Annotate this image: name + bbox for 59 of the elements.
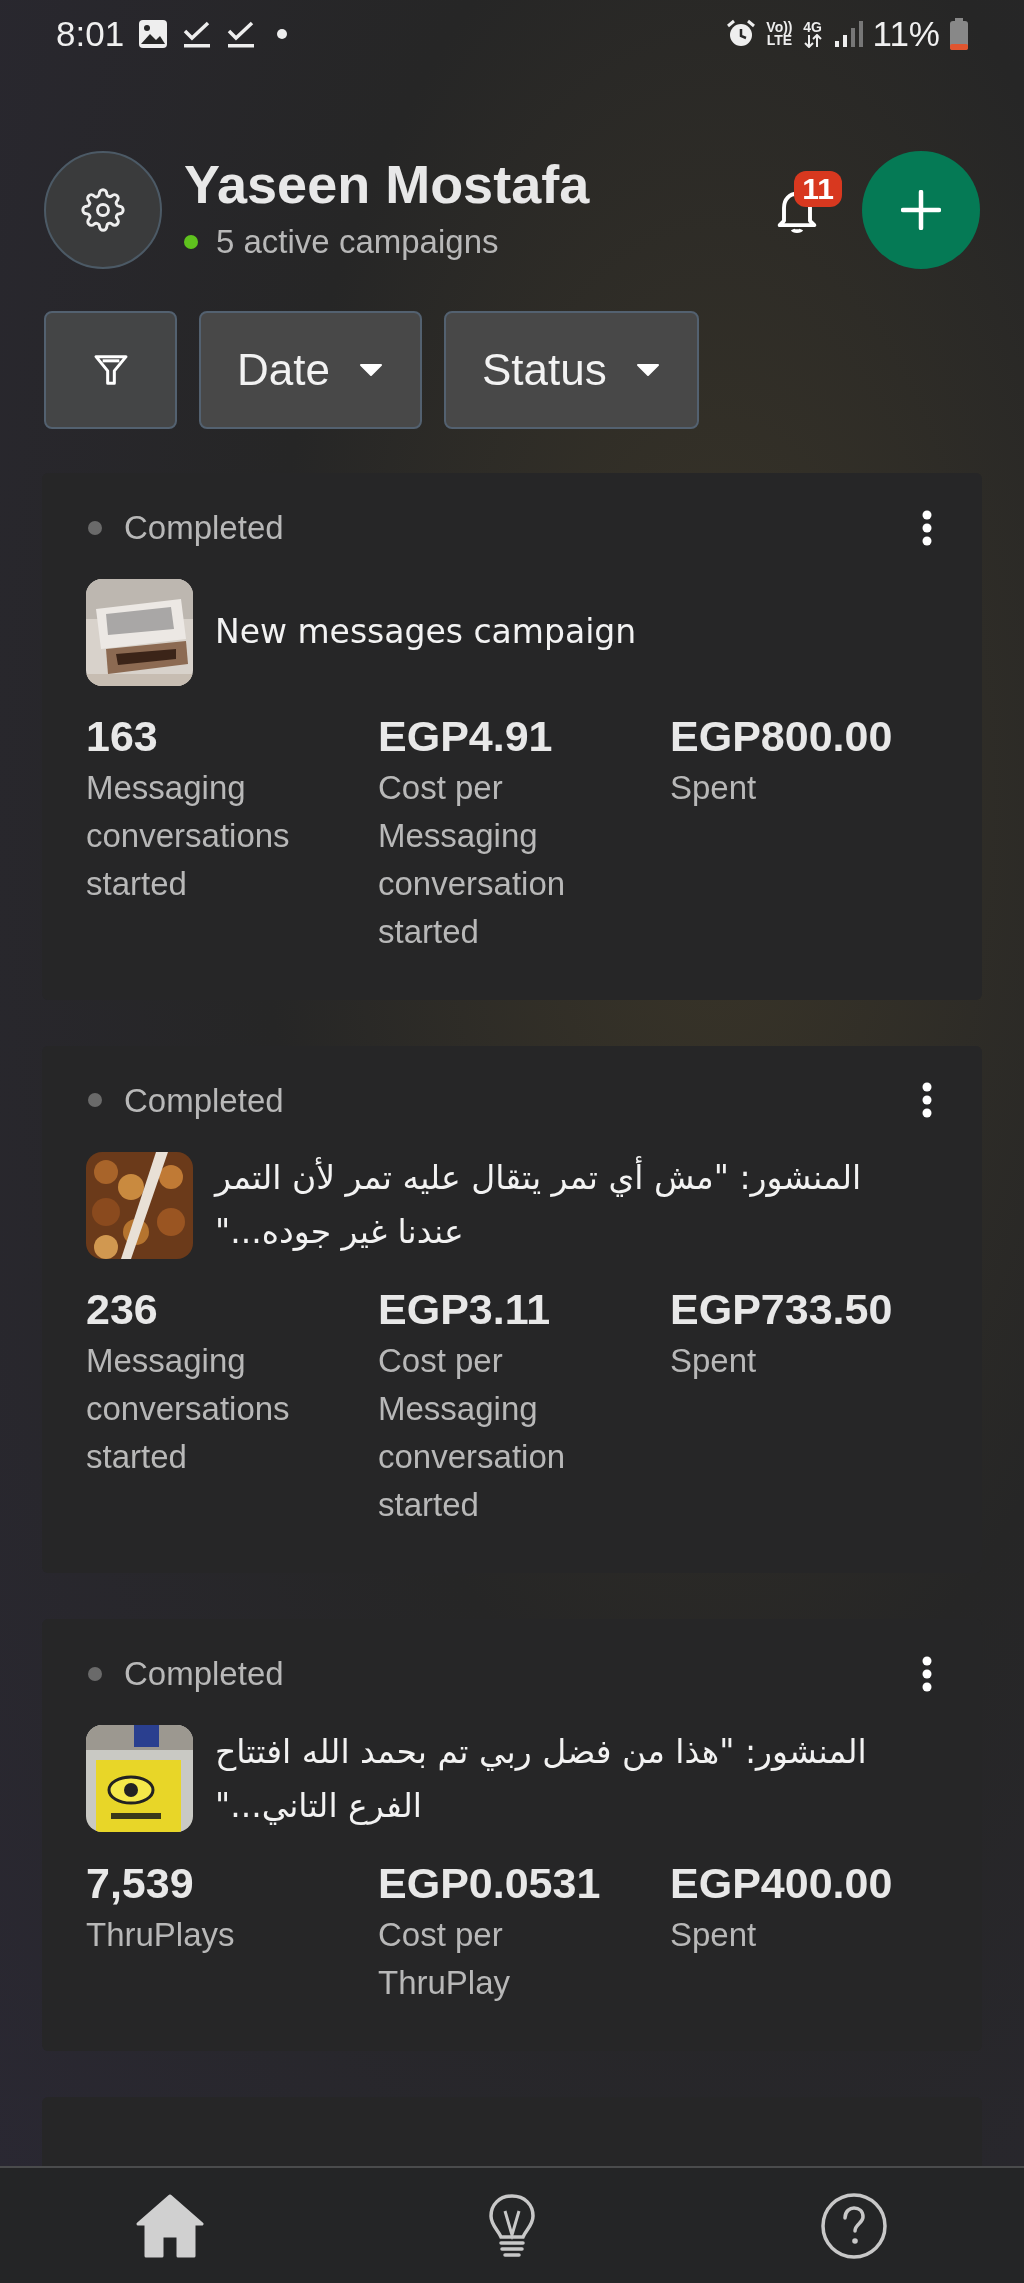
campaign-status: Completed	[124, 1080, 285, 1121]
status-dot-icon	[88, 520, 102, 535]
metric-label: Spent	[670, 1914, 758, 1955]
notification-badge: 11	[794, 171, 842, 207]
dropdown-button[interactable]: Status	[443, 311, 699, 429]
network-label: 4G	[803, 20, 822, 34]
metric-value: 236	[86, 1284, 159, 1335]
metric-value: 163	[86, 710, 159, 762]
plus-icon	[901, 190, 941, 230]
metric-value: EGP0.0531	[378, 1857, 602, 1909]
data-arrows-icon	[802, 33, 823, 48]
campaign-title[interactable]: New messages campaign	[215, 605, 637, 659]
help-icon[interactable]	[820, 2191, 888, 2260]
more-icon	[922, 509, 932, 546]
metric-label: Cost per Messaging conversation started	[378, 767, 567, 952]
battery-percent: 11%	[872, 12, 940, 55]
metric-label: ThruPlays	[86, 1914, 236, 1955]
home-icon[interactable]	[136, 2193, 204, 2258]
network-label: LTE	[766, 34, 793, 47]
check-icon	[182, 19, 213, 49]
lightbulb-icon[interactable]	[488, 2192, 536, 2259]
settings-icon	[81, 188, 125, 232]
alarm-clock-icon	[726, 19, 757, 49]
dropdown-button[interactable]: Date	[199, 311, 422, 429]
metric-label: Spent	[670, 767, 758, 808]
metric-value: EGP733.50	[670, 1284, 894, 1335]
campaign-title[interactable]: المنشور: "هذا من فضل ربي تم بحمد الله افتتاح الفرع التاني..."	[215, 1724, 915, 1833]
status-dot-icon	[184, 235, 198, 249]
metric-value: EGP3.11	[378, 1284, 552, 1335]
metric-label: Spent	[670, 1341, 758, 1381]
metric-value: EGP400.00	[670, 1857, 894, 1909]
metric-label: Messaging conversations started	[86, 767, 291, 904]
image-icon	[138, 19, 169, 49]
signal-icon	[832, 19, 863, 49]
caret-icon	[634, 363, 661, 377]
clock-time: 8:01	[56, 12, 125, 55]
more-icon	[922, 1655, 932, 1692]
metric-label: Cost per Messaging conversation started	[378, 1341, 567, 1525]
check-icon	[226, 19, 257, 49]
campaign-title[interactable]: المنشور: "مش أي تمر يتقال عليه تمر لأن التمر عندنا غير جوده..."	[215, 1151, 915, 1259]
campaign-status: Completed	[124, 1654, 285, 1694]
metric-label: Messaging conversations started	[86, 1341, 291, 1477]
metric-label: Cost per ThruPlay	[378, 1914, 512, 2003]
status-dot-icon	[88, 1666, 102, 1681]
dot-icon	[276, 28, 289, 40]
account-name: Yaseen Mostafa	[184, 153, 591, 216]
notifications-button[interactable]: 11	[752, 165, 842, 255]
filter-button[interactable]	[44, 311, 177, 429]
metric-value: 7,539	[86, 1857, 195, 1909]
campaign-count: 5 active campaigns	[216, 222, 499, 263]
metric-value: EGP4.91	[378, 710, 554, 762]
campaign-status: Completed	[124, 508, 285, 548]
caret-icon	[357, 363, 384, 377]
network-label: Vo))	[766, 21, 793, 34]
battery-icon	[950, 18, 968, 50]
campaign-card[interactable]: Completed New messages campaign 163 Messaging conversations started EGP4.91 Cost per Messaging conversation started EGP800.00 Spent	[42, 473, 982, 1000]
status-dot-icon	[88, 1093, 102, 1108]
more-icon	[922, 1082, 932, 1119]
metric-value: EGP800.00	[670, 710, 894, 762]
